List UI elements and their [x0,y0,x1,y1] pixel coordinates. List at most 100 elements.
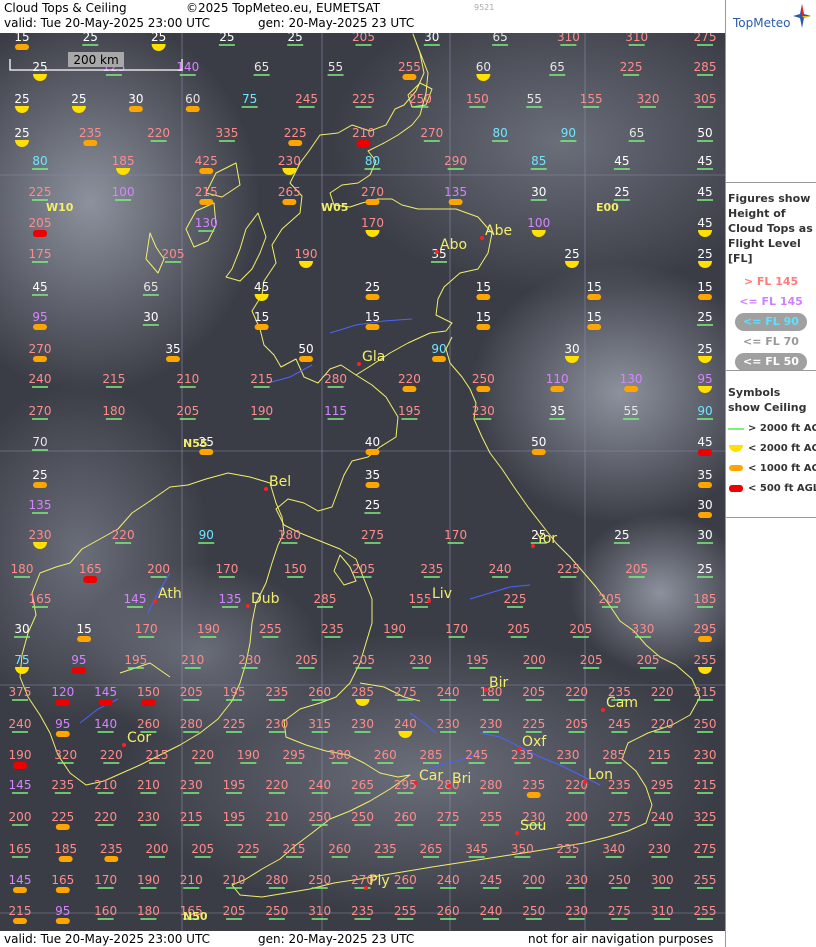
station-marker: 90 [697,404,713,420]
cloud-top-value: 90 [431,342,446,356]
station-marker: 90 [560,126,577,142]
cloud-top-value: 215 [195,185,218,199]
station-marker: 225 [237,842,260,858]
station-marker: 285 [694,60,716,76]
station-marker: 175 [29,247,51,263]
station-marker: 150 [466,92,489,108]
ceiling-below-500-symbol [13,762,27,769]
station-marker: 210 [265,810,288,826]
footer: valid: Tue 20-May-2025 23:00 UTC gen: 20… [0,931,725,947]
cloud-top-value: 100 [112,185,135,199]
cloud-top-value: 170 [94,873,117,887]
station-marker: 190 [237,748,260,764]
station-marker: 200 [565,810,588,826]
ceiling-below-1000-symbol [365,449,380,455]
station-marker: 190 [197,622,220,638]
station-marker: 200 [523,653,546,669]
ceiling-below-1000-symbol [624,386,639,392]
cloud-top-value: 240 [651,810,674,824]
ceiling-below-1000-symbol [698,636,712,642]
station-marker: 220 [94,810,117,826]
cloud-top-value: 90 [199,528,214,542]
station-marker: 295 [283,748,305,764]
cloud-top-value: 135 [444,185,467,199]
legend-ceiling-below-2000: < 2000 ft AGL [726,439,816,459]
station-marker: 275 [608,904,631,920]
cloud-top-value: 170 [445,622,468,636]
station-marker: 205 [569,622,592,638]
cloud-top-value: 195 [124,653,147,667]
station-marker: 100 [112,185,135,201]
cloud-top-value: 205 [352,33,375,44]
cloud-top-value: 250 [608,873,631,887]
station-marker: 205 [191,842,214,858]
cloud-top-value: 255 [398,60,421,74]
cloud-top-value: 270 [420,126,443,140]
cloud-top-value: 240 [479,904,502,918]
cloud-top-value: 75 [242,92,257,106]
city-label: Bel [269,474,291,490]
cloud-top-value: 165 [51,873,74,887]
station-marker: 230 [694,748,716,764]
cloud-top-value: 265 [420,842,443,856]
ceiling-below-1000-symbol [402,74,417,80]
legend-ceiling-above-2000-label: > 2000 ft AGL [748,423,816,434]
cloud-top-value: 15 [254,310,269,324]
station-marker: 25 [613,528,630,544]
station-marker: 210 [137,778,160,794]
city-abo: Abo [435,237,467,254]
station-marker: 25 [697,562,713,578]
cloud-top-value: 25 [14,92,29,106]
cloud-top-value: 310 [557,33,580,44]
station-marker: 45 [613,154,630,170]
station-marker: 65 [142,280,159,296]
station-marker: 200 [147,562,170,578]
ceiling-below-1000-symbol [33,324,47,330]
yellow-half-disc-icon [729,445,743,452]
grid-label-w10: W10 [46,201,74,214]
cloud-top-value: 55 [623,404,638,418]
cloud-top-value: 205 [180,685,203,699]
ceiling-below-1000-symbol [526,792,541,798]
station-marker: 15 [587,280,602,300]
disclaimer: not for air navigation purposes [528,932,714,946]
cloud-top-value: 210 [265,810,288,824]
city-dot [480,236,484,240]
station-marker: 135 [29,498,51,514]
cloud-top-value: 225 [352,92,375,106]
cloud-top-value: 160 [94,904,117,918]
cloud-top-value: 25 [365,280,380,294]
station-marker: 230 [351,717,374,733]
grid-label-n50: N50 [183,910,208,923]
cloud-top-value: 380 [328,748,351,762]
ceiling-below-500-symbol [141,699,156,706]
legend-ceiling-below-1000-label: < 1000 ft AGL [748,463,816,474]
ceiling-below-1000-symbol [33,482,47,488]
ceiling-below-1000-symbol [476,324,491,330]
station-marker: 165 [9,842,31,858]
ceiling-below-1000-symbol [77,636,92,642]
cloud-top-value: 15 [476,280,491,294]
station-marker: 225 [522,717,545,733]
cloud-top-value: 15 [476,310,491,324]
ceiling-below-1000-symbol [185,106,200,112]
station-marker: 200 [522,873,545,889]
cloud-top-value: 200 [565,810,588,824]
city-dot [484,688,488,692]
cloud-top-value: 255 [479,810,502,824]
cloud-top-value: 185 [54,842,77,856]
cloud-top-value: 260 [437,904,460,918]
cloud-top-value: 25 [697,342,712,356]
ceiling-below-1000-symbol [698,512,712,518]
map: 1525252525205306531031027525125140655525… [0,33,725,931]
cloud-top-value: 250 [472,372,495,386]
cloud-top-value: 225 [29,185,52,199]
cloud-top-value: 215 [146,748,169,762]
station-marker: 15 [76,622,92,642]
station-marker: 225 [557,562,580,578]
station-marker: 25 [365,280,380,300]
station-marker: 25 [697,310,713,326]
ceiling-below-1000-symbol [587,324,602,330]
station-marker: 90 [431,342,447,362]
cloud-top-value: 290 [444,154,467,168]
